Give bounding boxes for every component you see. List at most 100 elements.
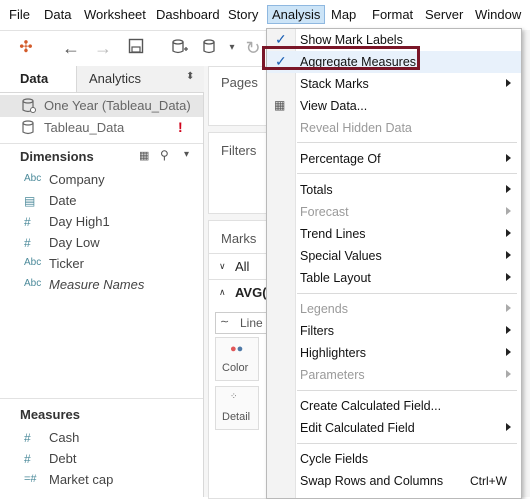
menu-item-swap-rows-columns[interactable]: Swap Rows and Columns Ctrl+W (267, 470, 521, 492)
number-type-icon: # (24, 215, 31, 229)
pane-tabs: Data Analytics ⬍ (0, 66, 204, 93)
string-type-icon: Abc (24, 278, 42, 289)
datasource-label: One Year (Tableau_Data) (44, 98, 191, 113)
menu-item-stack-marks[interactable]: Stack Marks (267, 73, 521, 95)
field-measure-names[interactable]: Abc Measure Names (0, 275, 200, 296)
menu-item-label: View Data... (300, 99, 368, 113)
divider (0, 143, 203, 144)
marks-card: Marks ∨ All ∧ AVG(F ∼ Line ●● Color ⁘ De… (208, 220, 274, 499)
database-icon (22, 98, 36, 114)
refresh-icon[interactable]: ↻ (243, 38, 263, 58)
chevron-down-icon[interactable]: ▾ (222, 38, 242, 58)
save-icon[interactable] (126, 38, 146, 58)
menu-server[interactable]: Server (425, 7, 463, 22)
shelves-column: Pages Filters Marks ∨ All ∧ AVG(F ∼ Line… (204, 66, 274, 499)
tableau-logo-icon[interactable]: ✣ (16, 38, 36, 58)
menu-item-table-layout[interactable]: Table Layout (267, 267, 521, 289)
menu-window[interactable]: Window (475, 7, 521, 22)
back-arrow-icon[interactable]: ← (61, 38, 81, 58)
menu-item-label: Totals (300, 183, 333, 197)
menu-item-label: Create Calculated Field... (300, 399, 442, 413)
menu-item-label: Stack Marks (300, 77, 369, 91)
detail-button[interactable]: ⁘ Detail (215, 386, 259, 430)
tab-data[interactable]: Data (20, 71, 48, 86)
menu-item-totals[interactable]: Totals (267, 179, 521, 201)
submenu-arrow-icon (506, 185, 511, 193)
submenu-arrow-icon (506, 348, 511, 356)
divider (209, 279, 267, 280)
menu-item-label: Filters (300, 324, 335, 338)
chevron-up-icon[interactable]: ∧ (219, 287, 226, 298)
datasource-label: Tableau_Data (44, 120, 125, 135)
new-datasource-icon[interactable] (170, 38, 190, 58)
menu-story[interactable]: Story (228, 7, 258, 22)
menu-item-trend-lines[interactable]: Trend Lines (267, 223, 521, 245)
datasource-tableau-data[interactable]: Tableau_Data ! (0, 117, 203, 139)
menu-item-view-data[interactable]: ▦ View Data... (267, 95, 521, 117)
menu-data[interactable]: Data (44, 7, 71, 22)
menu-item-highlighters[interactable]: Highlighters (267, 342, 521, 364)
menu-worksheet[interactable]: Worksheet (84, 7, 146, 22)
menu-item-label: Parameters (300, 368, 365, 382)
field-label: Cash (49, 430, 80, 445)
menu-item-legends[interactable]: Legends (267, 298, 521, 320)
menu-item-create-calculated-field[interactable]: Create Calculated Field... (267, 395, 521, 417)
mark-type-select[interactable]: ∼ Line (215, 312, 273, 334)
menu-item-reveal-hidden-data[interactable]: Reveal Hidden Data (267, 117, 521, 139)
field-day-low[interactable]: # Day Low (0, 233, 200, 254)
field-label: Ticker (49, 256, 84, 271)
menu-item-label: Forecast (300, 205, 349, 219)
menu-map[interactable]: Map (331, 7, 356, 22)
menu-analysis[interactable]: Analysis (267, 5, 326, 24)
mark-type-label: Line (240, 316, 263, 330)
menu-item-label: Trend Lines (300, 227, 366, 241)
sort-arrows-icon[interactable]: ⬍ (186, 71, 194, 82)
list-view-icon[interactable]: ▦ (139, 149, 149, 162)
field-debt[interactable]: # Debt (0, 449, 200, 470)
field-cash[interactable]: # Cash (0, 428, 200, 449)
menu-item-filters[interactable]: Filters (267, 320, 521, 342)
menu-item-special-values[interactable]: Special Values (267, 245, 521, 267)
color-button[interactable]: ●● Color (215, 337, 259, 381)
filters-shelf[interactable]: Filters (208, 132, 268, 214)
menu-separator (297, 390, 517, 391)
field-label: Measure Names (49, 277, 145, 292)
database-icon (22, 120, 36, 136)
submenu-arrow-icon (506, 251, 511, 259)
marks-all-label[interactable]: All (235, 259, 249, 274)
menu-item-label: Percentage Of (300, 152, 381, 166)
analysis-menu: ✓ Show Mark Labels ✓ Aggregate Measures … (266, 28, 522, 499)
menu-item-label: Highlighters (300, 346, 367, 360)
divider (0, 398, 203, 399)
field-day-high1[interactable]: # Day High1 (0, 212, 200, 233)
tab-analytics[interactable]: Analytics (89, 71, 141, 86)
search-icon[interactable]: ⚲ (160, 148, 169, 162)
detail-dots-icon: ⁘ (230, 391, 238, 401)
forward-arrow-icon[interactable]: → (93, 38, 113, 58)
menu-item-edit-calculated-field[interactable]: Edit Calculated Field (267, 417, 521, 439)
submenu-arrow-icon (506, 304, 511, 312)
field-label: Day High1 (49, 214, 110, 229)
field-market-cap[interactable]: =# Market cap (0, 470, 200, 491)
menu-format[interactable]: Format (372, 7, 413, 22)
field-company[interactable]: Abc Company (0, 170, 200, 191)
pages-shelf[interactable]: Pages (208, 66, 268, 126)
chevron-down-icon[interactable]: ▾ (184, 149, 189, 160)
menu-dashboard[interactable]: Dashboard (156, 7, 220, 22)
menu-item-cycle-fields[interactable]: Cycle Fields (267, 448, 521, 470)
number-type-icon: # (24, 236, 31, 250)
menu-item-label: Legends (300, 302, 348, 316)
number-type-icon: # (24, 452, 31, 466)
datasource-dropdown-icon[interactable] (201, 38, 221, 58)
submenu-arrow-icon (506, 207, 511, 215)
chevron-down-icon[interactable]: ∨ (219, 261, 226, 272)
field-ticker[interactable]: Abc Ticker (0, 254, 200, 275)
menu-item-percentage-of[interactable]: Percentage Of (267, 148, 521, 170)
menu-item-forecast[interactable]: Forecast (267, 201, 521, 223)
field-label: Company (49, 172, 105, 187)
menu-item-parameters[interactable]: Parameters (267, 364, 521, 386)
field-date[interactable]: ▤ Date (0, 191, 200, 212)
dimensions-title: Dimensions (20, 149, 94, 164)
menu-file[interactable]: File (9, 7, 30, 22)
datasource-one-year[interactable]: One Year (Tableau_Data) (0, 95, 203, 117)
